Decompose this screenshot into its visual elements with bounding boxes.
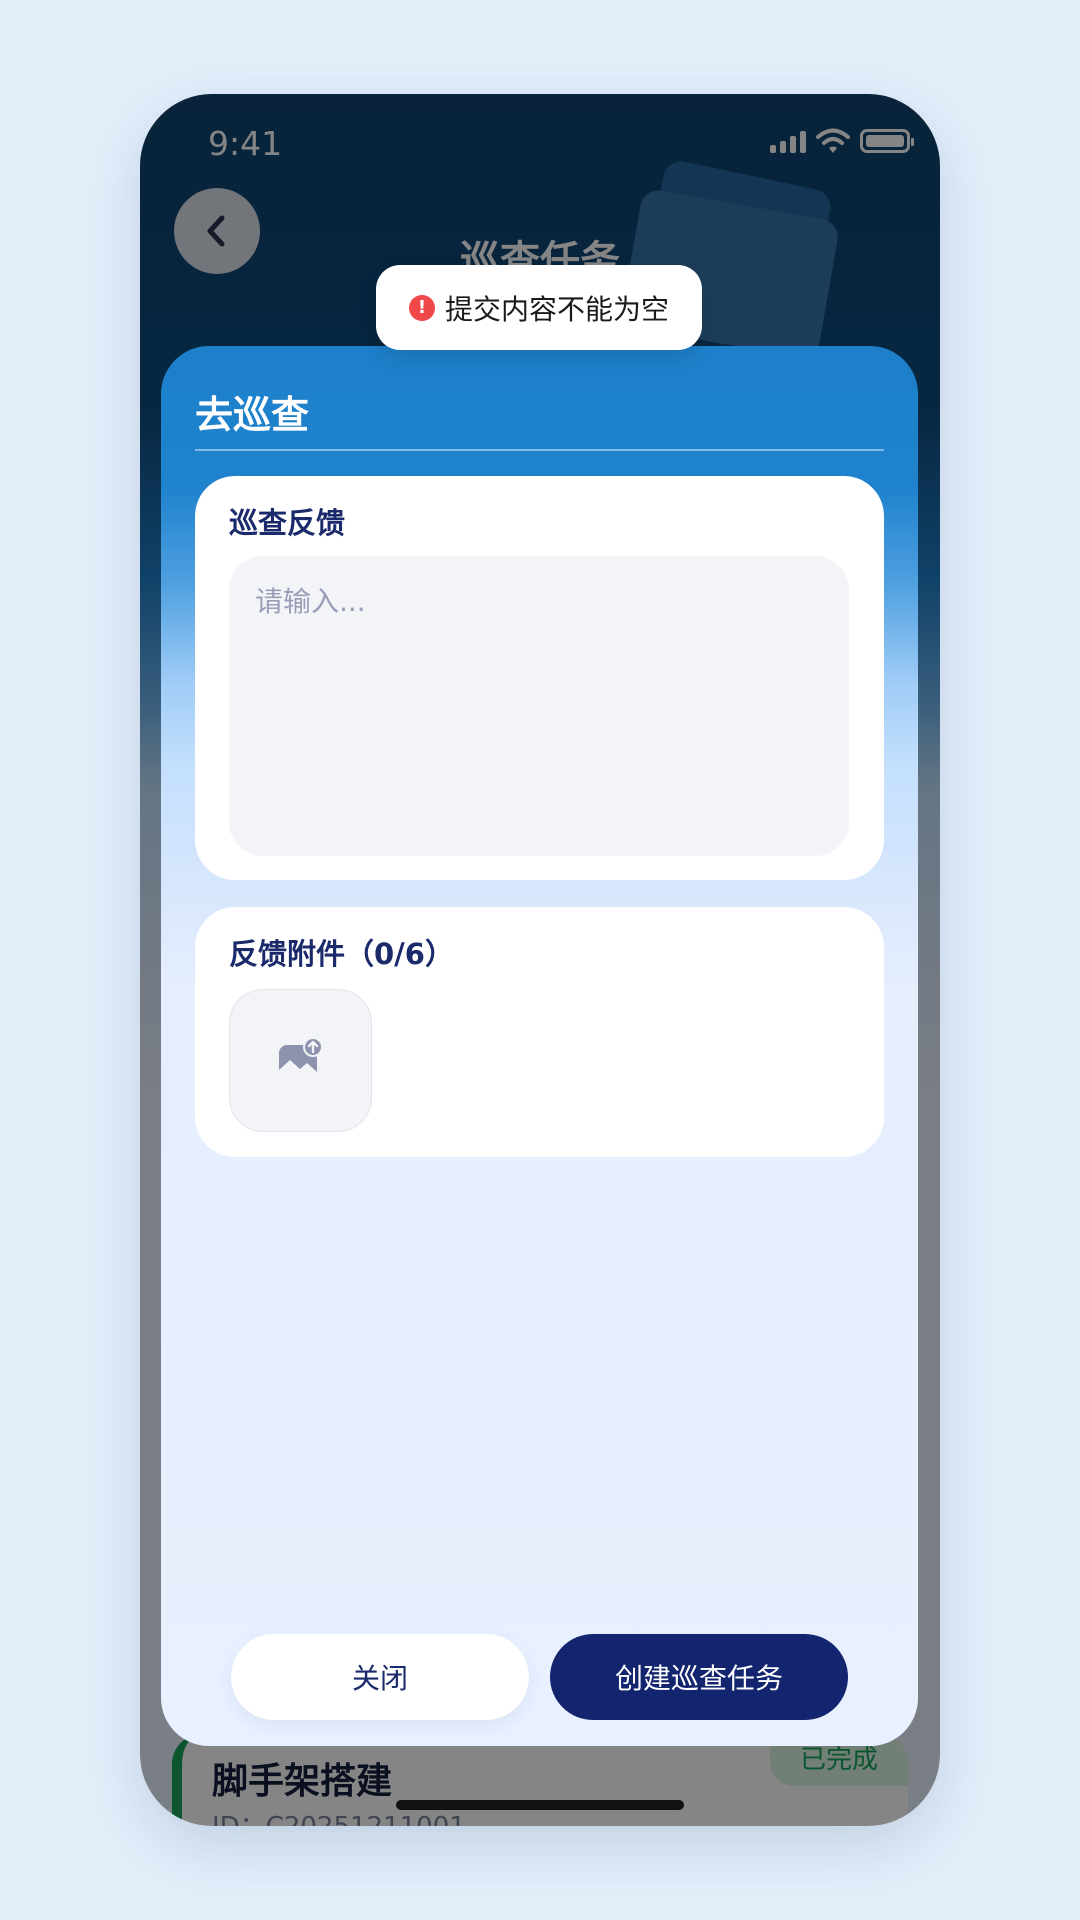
- sheet-divider: [195, 449, 884, 451]
- sheet-title: 去巡查: [195, 393, 310, 437]
- feedback-input[interactable]: [229, 556, 849, 856]
- create-patrol-task-button[interactable]: 创建巡查任务: [550, 1634, 848, 1720]
- close-button[interactable]: 关闭: [231, 1634, 529, 1720]
- phone-frame: 9:41 巡查任务 脚手架搭建 ID：C20251211001 已完成 去巡查: [140, 94, 940, 1826]
- error-icon: !: [408, 294, 435, 321]
- toast-message: 提交内容不能为空: [444, 292, 669, 326]
- feedback-label: 巡查反馈: [229, 506, 346, 540]
- home-indicator: [396, 1800, 684, 1810]
- error-toast: ! 提交内容不能为空: [376, 265, 702, 350]
- patrol-sheet: 去巡查 巡查反馈 反馈附件（0/6） 关闭 创建巡查任务: [161, 346, 918, 1746]
- feedback-card: 巡查反馈: [195, 476, 884, 880]
- attachment-label: 反馈附件（0/6）: [229, 937, 454, 971]
- image-upload-icon: [278, 1036, 323, 1081]
- attachment-card: 反馈附件（0/6）: [195, 907, 884, 1157]
- upload-image-button[interactable]: [229, 989, 372, 1132]
